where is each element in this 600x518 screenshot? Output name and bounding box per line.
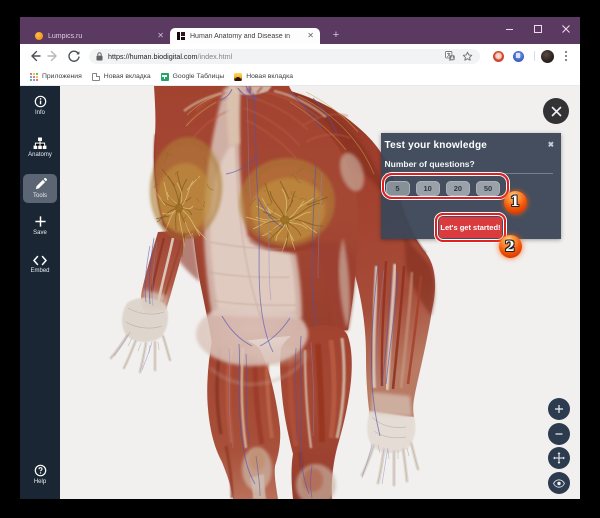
close-window-icon: [562, 25, 570, 33]
bookmarks-bar: Приложения Новая вкладка Google Таблицы …: [20, 68, 580, 86]
image-icon: [234, 73, 242, 81]
browser-window: Lumpics.ru ✕ Human Anatomy and Disease i…: [20, 17, 580, 499]
sidebar-item-help[interactable]: Help: [23, 459, 57, 489]
pencil-icon: [34, 178, 47, 191]
toolbar-separator: [534, 51, 535, 61]
extension-blue-icon[interactable]: [513, 51, 524, 62]
sidebar-label: Tools: [33, 193, 47, 199]
url-text: https://human.biodigital.com/index.html: [108, 52, 445, 61]
sidebar-label: Embed: [30, 268, 49, 274]
sidebar-item-info[interactable]: Info: [23, 90, 57, 120]
app-sidebar: Info Anatomy Tools Save Embed Help: [20, 86, 60, 499]
sidebar-label: Save: [33, 230, 47, 236]
reload-button[interactable]: [66, 48, 82, 64]
url-path: /index.html: [198, 52, 233, 61]
back-button[interactable]: [26, 48, 42, 64]
question-icon: [34, 464, 47, 477]
tab-strip: Lumpics.ru ✕ Human Anatomy and Disease i…: [20, 17, 580, 44]
pan-button[interactable]: [548, 447, 570, 469]
zoom-in-button[interactable]: [548, 398, 570, 420]
pan-icon: [553, 452, 565, 464]
highlight-step1: [382, 173, 509, 199]
bookmark-label: Google Таблицы: [173, 73, 225, 80]
lock-icon: [96, 52, 103, 61]
step1-badge: 1: [504, 191, 527, 214]
plus-icon: [34, 215, 47, 228]
maximize-button[interactable]: [524, 25, 552, 33]
info-icon: [34, 95, 47, 108]
zoom-out-icon: [554, 429, 564, 439]
bookmark-label: Новая вкладка: [104, 73, 151, 80]
browser-menu-icon[interactable]: [564, 49, 568, 63]
zoom-in-icon: [554, 404, 564, 414]
sidebar-item-embed[interactable]: Embed: [23, 249, 57, 279]
biodigital-favicon-icon: [177, 32, 185, 40]
close-window-button[interactable]: [552, 25, 580, 33]
quiz-question-label: Number of questions?: [385, 159, 475, 169]
bookmark-apps[interactable]: Приложения: [30, 73, 82, 81]
sidebar-label: Help: [34, 479, 46, 485]
screenshot-stage: Lumpics.ru ✕ Human Anatomy and Disease i…: [0, 0, 600, 518]
center-view-button[interactable]: [548, 472, 570, 494]
highlight-step2: [435, 213, 506, 242]
maximize-icon: [534, 25, 542, 33]
extension-red-icon[interactable]: [493, 51, 504, 62]
sidebar-item-anatomy[interactable]: Anatomy: [23, 132, 57, 162]
center-view-icon: [553, 479, 565, 488]
page-content: Info Anatomy Tools Save Embed Help: [20, 86, 580, 499]
viewer-close-button[interactable]: [543, 98, 569, 124]
anatomy-tree-icon: [33, 137, 47, 150]
minimize-button[interactable]: [496, 25, 524, 33]
tab-biodigital[interactable]: Human Anatomy and Disease in ✕: [170, 28, 320, 44]
browser-toolbar: https://human.biodigital.com/index.html: [20, 44, 580, 68]
translate-icon[interactable]: [445, 51, 455, 61]
apps-grid-icon: [30, 73, 38, 81]
bookmark-label: Новая вкладка: [246, 73, 293, 80]
sidebar-label: Info: [35, 110, 45, 116]
sidebar-item-save[interactable]: Save: [23, 210, 57, 240]
code-icon: [33, 255, 47, 266]
bookmark-sheets[interactable]: Google Таблицы: [161, 73, 225, 81]
bookmark-star-icon[interactable]: [462, 51, 473, 62]
profile-avatar[interactable]: [541, 50, 554, 63]
sheets-icon: [161, 73, 169, 81]
bookmark-newtab-1[interactable]: Новая вкладка: [92, 73, 151, 81]
forward-button[interactable]: [46, 48, 62, 64]
tab-title: Human Anatomy and Disease in: [190, 33, 307, 40]
tab-title: Lumpics.ru: [48, 33, 157, 40]
quiz-title: Test your knowledge: [385, 140, 488, 151]
minimize-icon: [506, 25, 514, 33]
tab-close-icon[interactable]: ✕: [307, 32, 314, 40]
bookmark-label: Приложения: [42, 73, 82, 80]
sidebar-item-tools[interactable]: Tools: [23, 174, 57, 203]
bookmark-newtab-2[interactable]: Новая вкладка: [234, 73, 293, 81]
address-bar[interactable]: https://human.biodigital.com/index.html: [89, 49, 480, 64]
anatomy-viewport[interactable]: Test your knowledge ✖ Number of question…: [60, 86, 580, 499]
step2-badge: 2: [499, 235, 522, 258]
tab-lumpics[interactable]: Lumpics.ru ✕: [28, 28, 170, 44]
sidebar-label: Anatomy: [28, 152, 52, 158]
quiz-close-icon[interactable]: ✖: [548, 140, 554, 149]
url-host: https://human.biodigital.com: [108, 52, 198, 61]
zoom-out-button[interactable]: [548, 423, 570, 445]
window-controls: [496, 17, 580, 41]
lumpics-favicon-icon: [35, 32, 43, 40]
tab-close-icon[interactable]: ✕: [157, 32, 164, 40]
new-tab-button[interactable]: +: [330, 30, 342, 42]
document-icon: [92, 73, 100, 81]
close-x-icon: [551, 106, 562, 117]
